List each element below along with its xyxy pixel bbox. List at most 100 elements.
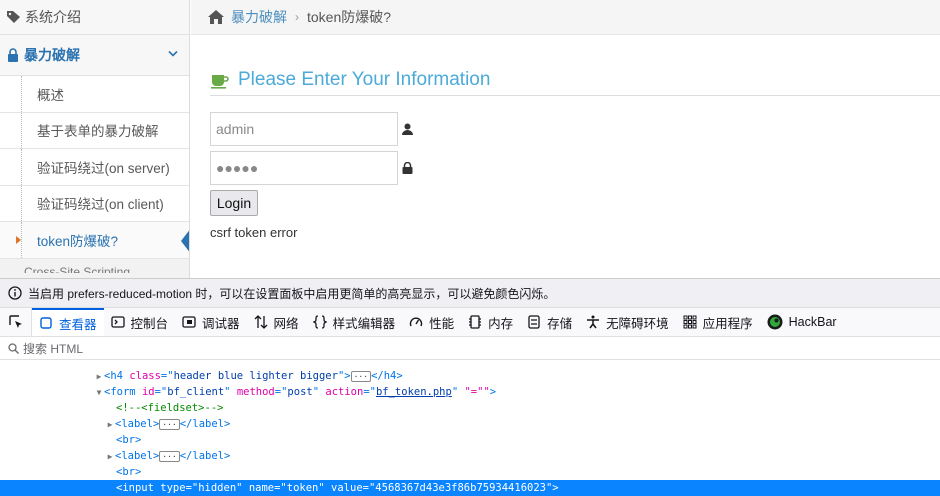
sidebar-top-label: 系统介绍: [25, 9, 81, 25]
lock-icon: [402, 162, 413, 174]
breadcrumb-link[interactable]: 暴力破解: [231, 7, 287, 27]
sidebar-item-system-intro[interactable]: 系统介绍: [0, 0, 189, 35]
sidebar-item-token[interactable]: token防爆破?: [0, 222, 189, 259]
network-icon: [254, 315, 268, 329]
search-input-placeholder[interactable]: 搜索 HTML: [23, 340, 83, 357]
sidebar-item-captcha-client[interactable]: 验证码绕过(on client): [0, 185, 189, 222]
tab-label: 应用程序: [702, 316, 753, 331]
element-picker-button[interactable]: [0, 308, 32, 336]
lock-icon: [8, 48, 18, 62]
ellipsis-badge[interactable]: ···: [159, 450, 180, 462]
attr-extra: "="": [464, 386, 490, 398]
breadcrumb: 暴力破解 › token防爆破?: [191, 0, 940, 35]
tab-label: 网络: [273, 316, 299, 331]
tag-name: label: [192, 450, 224, 462]
sidebar-item-label: token防爆破?: [37, 233, 119, 249]
token-value: 4568367d43e3f86b75934416023: [375, 482, 546, 494]
tag-name: br: [122, 434, 135, 446]
password-input[interactable]: [210, 151, 398, 185]
tree-node-comment[interactable]: <!--<fieldset>-->: [0, 400, 940, 416]
main-content: 暴力破解 › token防爆破? Please Enter Your Infor…: [191, 0, 940, 278]
devtools-notice: 当启用 prefers-reduced-motion 时，可以在设置面板中启用更…: [0, 279, 940, 308]
tree-node-hidden-input-selected[interactable]: <input type="hidden" name="token" value=…: [0, 480, 940, 496]
tab-application[interactable]: 应用程序: [676, 308, 760, 336]
coffee-icon: [211, 74, 229, 89]
active-marker-icon: [16, 236, 21, 244]
tags-icon: [7, 11, 20, 23]
home-icon[interactable]: [207, 9, 225, 25]
tab-label: 存储: [547, 316, 573, 331]
sidebar-section-label: 暴力破解: [24, 47, 80, 63]
expand-arrow-icon[interactable]: ▶: [105, 449, 115, 465]
tab-network[interactable]: 网络: [247, 308, 306, 336]
tree-node-h4[interactable]: ▶ <h4 class="header blue lighter bigger">…: [0, 368, 940, 384]
user-icon: [402, 123, 413, 135]
collapse-arrow-icon[interactable]: ▼: [94, 385, 104, 401]
devtools-toolbar: 查看器 控制台 调试器 网络 样式编辑器 性能 内存 存储 无障碍环境 应用程序…: [0, 308, 940, 337]
tab-inspector[interactable]: 查看器: [32, 308, 104, 336]
search-icon: [8, 342, 19, 354]
sidebar-item-overview[interactable]: 概述: [0, 76, 189, 113]
expand-arrow-icon[interactable]: ▶: [105, 417, 115, 433]
tab-label: HackBar: [788, 315, 837, 329]
sidebar-item-xss[interactable]: Cross-Site Scripting: [0, 258, 189, 273]
page-content: 系统介绍 暴力破解 概述 基于表单的暴力破解 验证码绕过(on server): [0, 0, 940, 278]
attr-name: class: [129, 370, 161, 382]
attr-value: header blue lighter bigger: [173, 370, 338, 382]
tag-name: label: [121, 418, 153, 430]
braces-icon: [312, 315, 327, 329]
tab-label: 无障碍环境: [606, 316, 669, 331]
expand-arrow-icon[interactable]: ▶: [94, 369, 104, 385]
sidebar-item-form-brute-force[interactable]: 基于表单的暴力破解: [0, 112, 189, 149]
tab-console[interactable]: 控制台: [104, 308, 176, 336]
tab-hackbar[interactable]: HackBar: [760, 308, 844, 336]
gauge-icon: [409, 317, 423, 327]
sidebar-item-captcha-server[interactable]: 验证码绕过(on server): [0, 149, 189, 186]
sidebar-section-brute-force[interactable]: 暴力破解: [0, 35, 189, 76]
tree-node-br[interactable]: <br>: [0, 464, 940, 480]
tab-label: 控制台: [130, 316, 169, 331]
breadcrumb-separator: ›: [295, 10, 299, 24]
tree-node-label[interactable]: ▶ <label> ··· </label>: [0, 416, 940, 432]
inspector-icon: [40, 317, 52, 329]
username-input[interactable]: [210, 112, 398, 146]
tab-storage[interactable]: 存储: [520, 308, 579, 336]
attr-value: hidden: [198, 482, 237, 494]
tab-memory[interactable]: 内存: [461, 308, 520, 336]
tree-node-form[interactable]: ▼ <form id="bf_client" method="post" acti…: [0, 384, 940, 400]
tab-debugger[interactable]: 调试器: [175, 308, 247, 336]
attr-value: post: [287, 386, 313, 398]
tab-label: 样式编辑器: [332, 316, 396, 331]
tree-node-label[interactable]: ▶ <label> ··· </label>: [0, 448, 940, 464]
login-button[interactable]: Login: [210, 190, 258, 216]
error-message: csrf token error: [210, 225, 298, 240]
tree-node-br[interactable]: <br>: [0, 432, 940, 448]
attr-value: bf_client: [167, 386, 225, 398]
ellipsis-badge[interactable]: ···: [350, 370, 372, 382]
ellipsis-badge[interactable]: ···: [159, 418, 180, 430]
tab-label: 性能: [429, 316, 455, 331]
markup-tree: ▶ <h4 class="header blue lighter bigger">…: [0, 360, 940, 496]
sidebar-item-label: 验证码绕过(on client): [37, 197, 164, 213]
tag-name: form: [110, 386, 136, 398]
comment-text: <!--<fieldset>-->: [116, 402, 224, 414]
hackbar-icon: [767, 314, 783, 330]
attr-value[interactable]: bf_token.php: [376, 386, 452, 398]
tab-accessibility[interactable]: 无障碍环境: [579, 308, 676, 336]
sidebar-item-label: 基于表单的暴力破解: [37, 124, 159, 140]
tab-label: 调试器: [202, 316, 240, 331]
sidebar-item-label: Cross-Site Scripting: [24, 264, 131, 273]
form-title: Please Enter Your Information: [238, 68, 491, 90]
active-notch-icon: [181, 228, 189, 254]
storage-icon: [528, 315, 540, 329]
tab-performance[interactable]: 性能: [402, 308, 461, 336]
html-search-bar[interactable]: 搜索 HTML: [0, 337, 940, 360]
tab-style-editor[interactable]: 样式编辑器: [306, 308, 403, 336]
tag-name: h4: [383, 370, 397, 382]
devtools-panel: 当启用 prefers-reduced-motion 时，可以在设置面板中启用更…: [0, 278, 940, 496]
debugger-icon: [182, 316, 196, 328]
tag-name: h4: [110, 370, 123, 382]
tab-label: 查看器: [59, 317, 97, 332]
accessibility-icon: [587, 315, 600, 329]
tag-name: label: [121, 450, 153, 462]
